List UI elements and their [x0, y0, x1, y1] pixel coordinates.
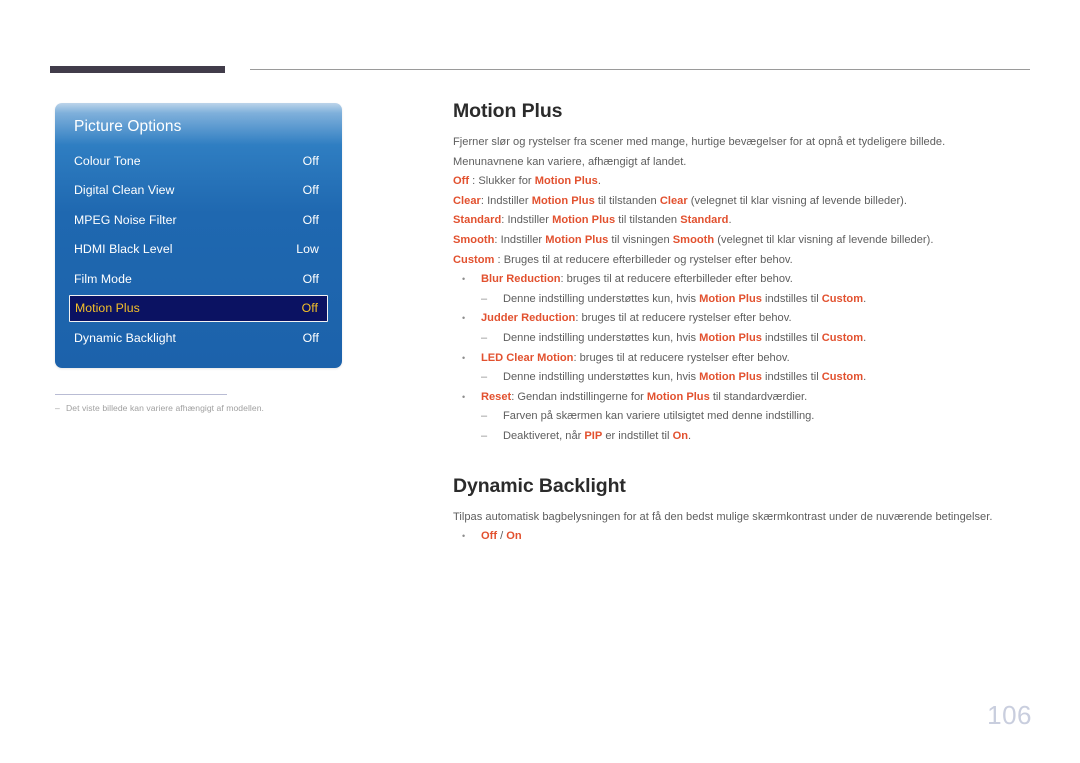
page-number: 106	[987, 700, 1032, 730]
paragraph: Fjerner slør og rystelser fra scener med…	[453, 136, 946, 148]
accent-term: Smooth	[672, 233, 715, 246]
paragraph: Tilpas automatisk bagbelysningen for at …	[453, 510, 993, 523]
accent-term: Standard	[453, 214, 502, 227]
accent-term: Motion Plus	[531, 194, 595, 207]
accent-term: Clear	[659, 194, 688, 207]
sub-bullet-item: Farven på skærmen kan variere utilsigtet…	[453, 407, 1033, 427]
accent-term: Off	[481, 530, 498, 543]
section-dynamic-backlight: Dynamic Backlight Tilpas automatisk bagbe…	[453, 473, 1033, 547]
section-heading: Dynamic Backlight	[453, 474, 626, 497]
accent-term: Motion Plus	[699, 371, 762, 384]
accent-term: Custom	[821, 331, 864, 344]
footnote-text: Det viste billede kan variere afhængigt …	[66, 403, 264, 413]
osd-row-label: HDMI Black Level	[74, 242, 173, 256]
osd-row-label: Film Mode	[74, 271, 132, 286]
accent-term: Custom	[821, 292, 864, 305]
accent-term: PIP	[584, 429, 603, 442]
accent-term: On	[506, 530, 522, 543]
osd-row-value: Off	[302, 330, 319, 345]
header-accent-bar	[50, 66, 225, 73]
accent-term: On	[672, 429, 688, 442]
accent-term: Reset	[481, 390, 512, 403]
accent-term: Motion Plus	[699, 331, 762, 344]
paragraph: Clear: Indstiller Motion Plus til tilsta…	[453, 194, 907, 207]
sub-bullet-item: Deaktiveret, når PIP er indstillet til O…	[453, 427, 1033, 447]
accent-term: Motion Plus	[534, 175, 598, 188]
accent-term: Custom	[821, 371, 864, 384]
accent-term: Standard	[680, 214, 729, 227]
osd-panel-title: Picture Options	[74, 118, 182, 135]
accent-term: Motion Plus	[646, 390, 710, 403]
osd-row-value: Off	[302, 153, 319, 168]
osd-row-label: Colour Tone	[74, 153, 141, 168]
osd-row-value: Low	[296, 242, 319, 256]
bullet-item: Judder Reduction: bruges til at reducere…	[453, 309, 1033, 329]
manual-content: Motion Plus Fjerner slør og rystelser fra…	[453, 98, 1033, 547]
osd-row-label: MPEG Noise Filter	[74, 212, 177, 227]
accent-term: Motion Plus	[552, 214, 616, 227]
accent-term: Off	[453, 175, 470, 188]
osd-row-dynamic-backlight[interactable]: Dynamic Backlight Off	[69, 325, 328, 350]
osd-picture-options-panel: Picture Options Colour Tone Off Digital Cl…	[55, 103, 342, 368]
paragraph: Standard: Indstiller Motion Plus til til…	[453, 214, 732, 227]
osd-row-hdmi-black-level[interactable]: HDMI Black Level Low	[69, 237, 328, 262]
osd-row-value: Off	[301, 301, 318, 315]
footnote: – Det viste billede kan variere afhængigt…	[55, 403, 355, 413]
sub-bullet-item: Denne indstilling understøttes kun, hvis…	[453, 290, 1033, 310]
bullet-item: Off / On	[453, 527, 1033, 547]
osd-row-digital-clean-view[interactable]: Digital Clean View Off	[69, 178, 328, 203]
accent-term: Judder Reduction	[481, 312, 576, 325]
paragraph: Custom : Bruges til at reducere efterbil…	[453, 253, 793, 266]
bullet-item: Reset: Gendan indstillingerne for Motion…	[453, 388, 1033, 408]
footnote-divider	[55, 394, 227, 395]
accent-term: Motion Plus	[699, 292, 762, 305]
osd-row-colour-tone[interactable]: Colour Tone Off	[69, 148, 328, 173]
sub-bullet-item: Denne indstilling understøttes kun, hvis…	[453, 368, 1033, 388]
osd-row-label: Motion Plus	[75, 301, 140, 315]
osd-row-value: Off	[302, 183, 319, 197]
footnote-dash-icon: –	[55, 403, 60, 413]
bullet-item: Blur Reduction: bruges til at reducere e…	[453, 270, 1033, 290]
osd-row-value: Off	[302, 271, 319, 286]
accent-term: Motion Plus	[545, 233, 609, 246]
accent-term: Clear	[453, 194, 481, 207]
paragraph: Smooth: Indstiller Motion Plus til visni…	[453, 233, 934, 246]
paragraph: Off : Slukker for Motion Plus.	[453, 175, 601, 188]
accent-term: Blur Reduction	[481, 273, 561, 286]
bullet-item: LED Clear Motion: bruges til at reducere…	[453, 349, 1033, 369]
osd-row-value: Off	[302, 212, 319, 227]
header-rule-line	[250, 69, 1030, 70]
accent-term: LED Clear Motion	[481, 351, 574, 364]
osd-row-film-mode[interactable]: Film Mode Off	[69, 266, 328, 291]
osd-row-motion-plus[interactable]: Motion Plus Off	[69, 294, 328, 322]
osd-row-mpeg-noise-filter[interactable]: MPEG Noise Filter Off	[69, 207, 328, 232]
sub-bullet-item: Denne indstilling understøttes kun, hvis…	[453, 329, 1033, 349]
section-motion-plus: Motion Plus Fjerner slør og rystelser fra…	[453, 98, 1033, 447]
section-heading: Motion Plus	[453, 100, 563, 122]
accent-term: Custom	[453, 253, 495, 266]
accent-term: Smooth	[453, 233, 495, 246]
paragraph: Menunavnene kan variere, afhængigt af la…	[453, 155, 687, 168]
osd-row-label: Digital Clean View	[74, 183, 175, 197]
osd-row-label: Dynamic Backlight	[74, 330, 176, 345]
